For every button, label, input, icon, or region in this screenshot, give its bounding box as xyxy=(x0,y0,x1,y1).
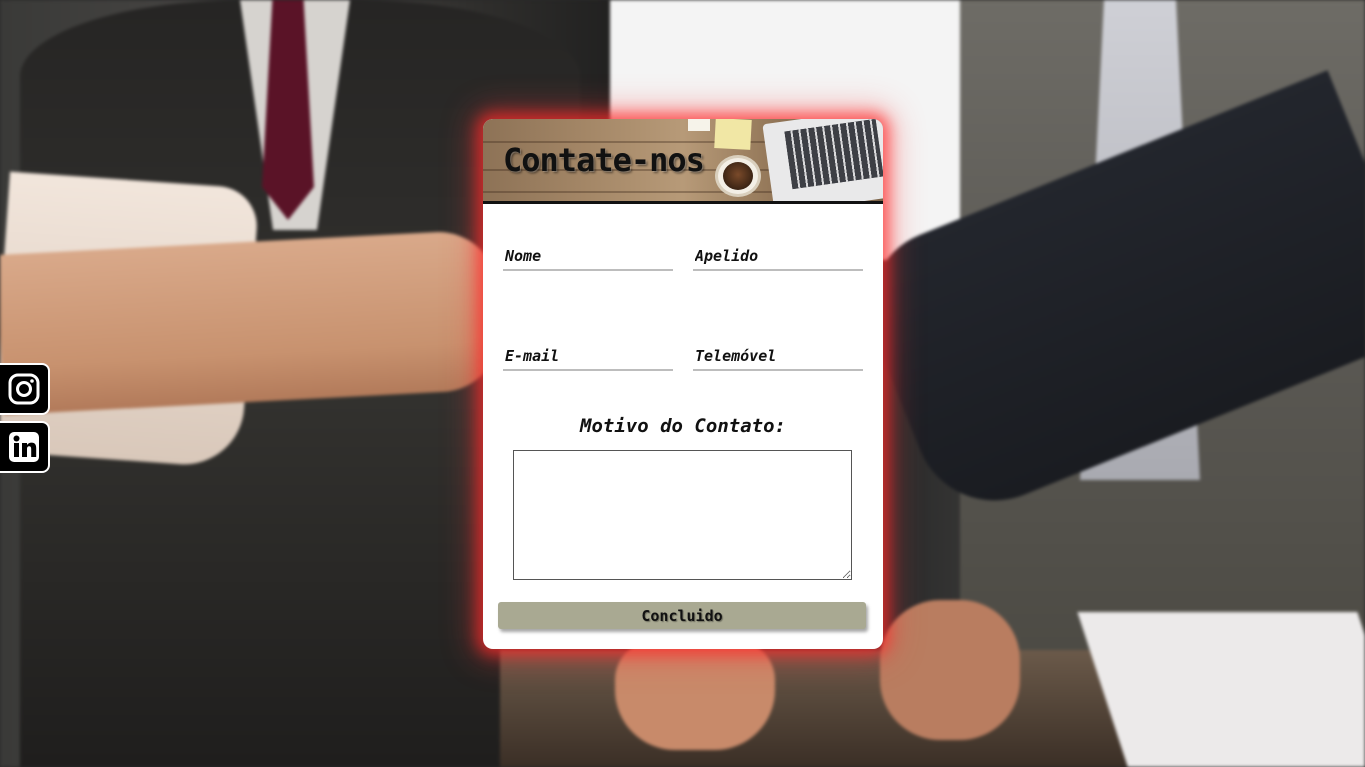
linkedin-link[interactable] xyxy=(0,421,50,473)
motivo-textarea[interactable] xyxy=(513,450,852,580)
social-links xyxy=(0,363,50,473)
submit-button[interactable]: Concluido xyxy=(498,602,866,629)
motivo-label: Motivo do Contato: xyxy=(580,415,786,437)
form-title: Contate-nos xyxy=(503,141,705,179)
instagram-link[interactable] xyxy=(0,363,50,415)
form-header-image: Contate-nos xyxy=(483,119,883,204)
linkedin-icon xyxy=(9,432,39,462)
contact-form: Contate-nos Motivo do Contato: Concluido xyxy=(483,119,883,649)
telemovel-input[interactable] xyxy=(693,343,863,371)
email-input[interactable] xyxy=(503,343,673,371)
nome-input[interactable] xyxy=(503,243,673,271)
instagram-icon xyxy=(8,373,40,405)
apelido-input[interactable] xyxy=(693,243,863,271)
